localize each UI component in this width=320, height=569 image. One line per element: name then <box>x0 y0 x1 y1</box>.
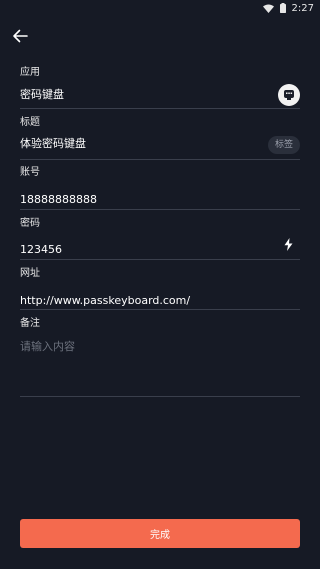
status-time: 2:27 <box>291 2 314 14</box>
battery-icon <box>279 3 286 13</box>
account-label: 账号 <box>20 167 40 178</box>
divider <box>20 259 300 260</box>
url-field: 网址 <box>20 268 300 280</box>
password-label: 密码 <box>20 218 40 229</box>
generate-password-button[interactable] <box>282 236 294 255</box>
password-value-row <box>20 236 300 257</box>
divider <box>20 108 300 109</box>
notes-input[interactable] <box>20 338 300 388</box>
tag-button[interactable]: 标签 <box>267 136 300 154</box>
password-field: 密码 <box>20 218 300 230</box>
password-input[interactable] <box>20 243 260 257</box>
account-field: 账号 <box>20 167 300 179</box>
url-value-row <box>20 289 300 308</box>
app-label: 应用 <box>20 67 40 78</box>
url-label: 网址 <box>20 268 40 279</box>
app-value-row[interactable]: 密码键盘 <box>20 84 300 109</box>
divider <box>20 396 300 397</box>
app-field: 应用 <box>20 67 300 79</box>
notes-label: 备注 <box>20 318 40 329</box>
status-bar: 2:27 <box>0 0 320 16</box>
back-button[interactable] <box>10 27 30 47</box>
divider <box>20 159 300 160</box>
account-value-row <box>20 188 300 207</box>
done-button[interactable]: 完成 <box>20 519 300 548</box>
divider <box>20 209 300 210</box>
account-input[interactable] <box>20 193 260 207</box>
arrow-left-icon <box>12 28 28 47</box>
app-icon[interactable] <box>278 84 300 106</box>
notes-field: 备注 <box>20 318 300 330</box>
title-field: 标题 <box>20 117 300 129</box>
divider <box>20 309 300 310</box>
title-input[interactable] <box>20 137 260 151</box>
app-value: 密码键盘 <box>20 88 64 101</box>
wifi-icon <box>262 4 274 13</box>
lightning-icon <box>284 236 293 255</box>
title-value-row: 标签 <box>20 136 300 156</box>
title-label: 标题 <box>20 117 40 128</box>
url-input[interactable] <box>20 294 290 308</box>
